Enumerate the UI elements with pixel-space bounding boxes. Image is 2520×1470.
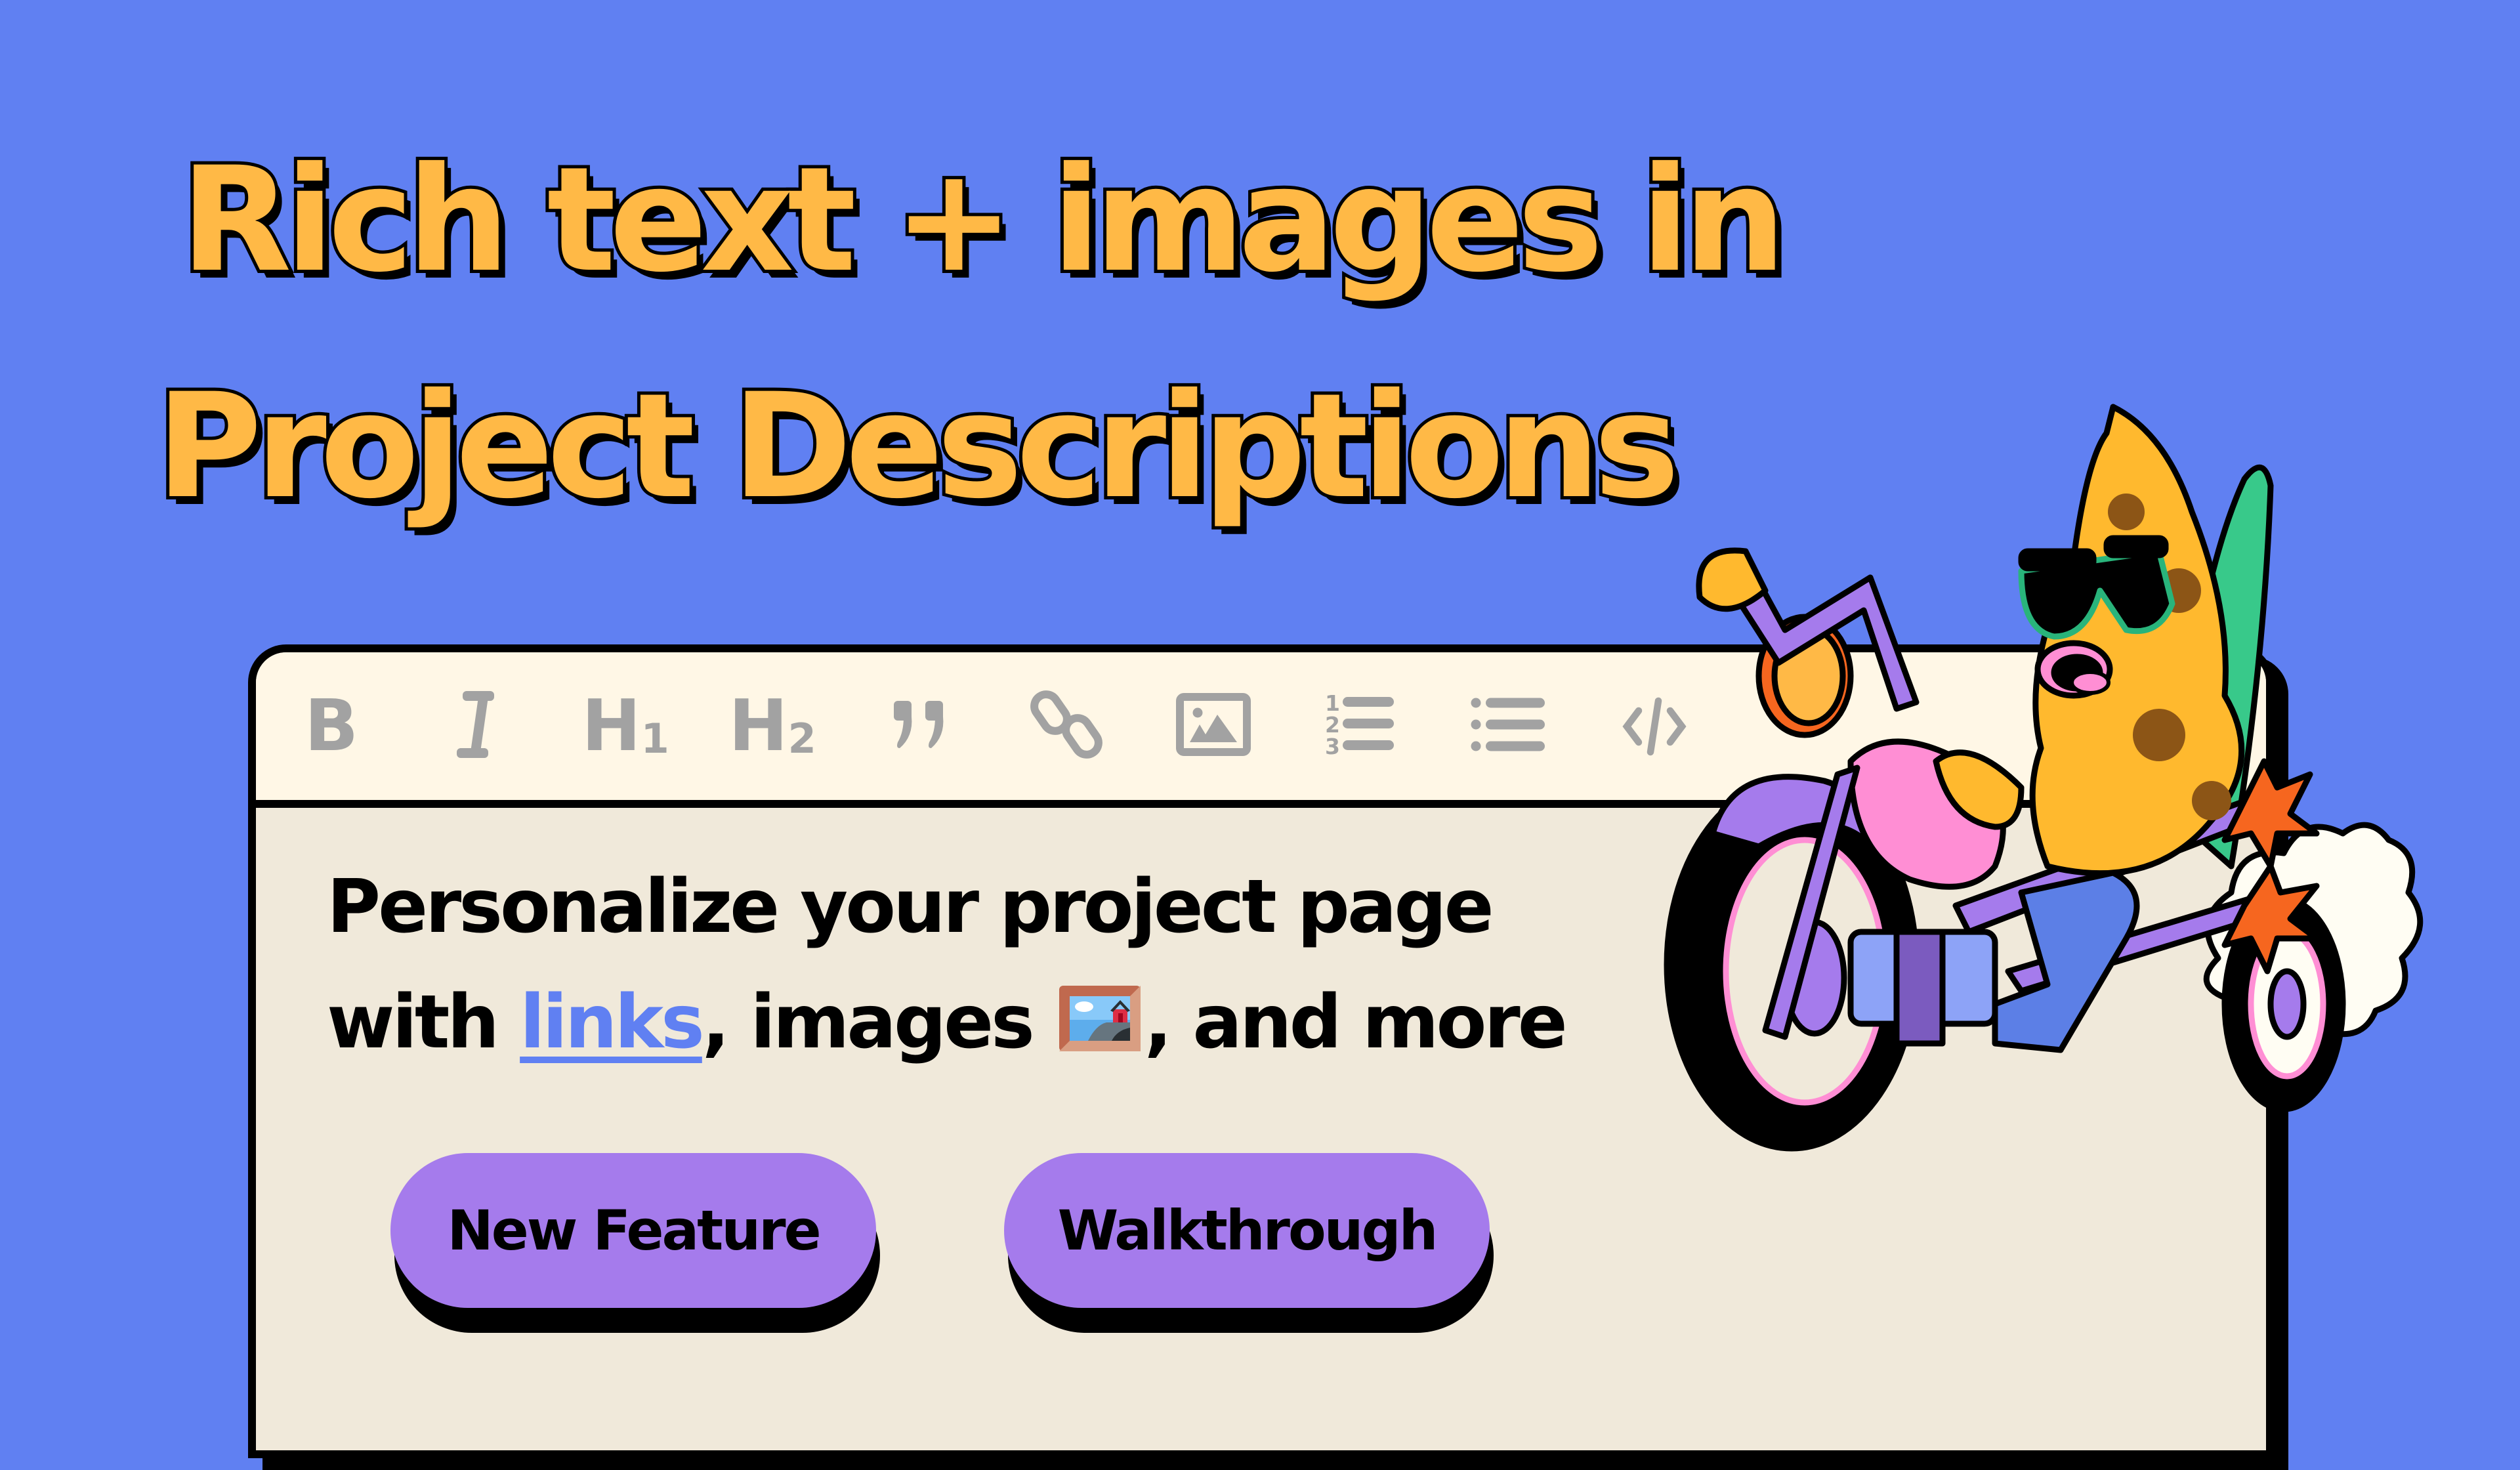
italic-button[interactable] — [439, 687, 518, 766]
bold-icon: B — [304, 684, 359, 767]
bold-button[interactable]: B — [292, 687, 371, 766]
bullet-list-button[interactable] — [1468, 687, 1547, 766]
content-line-2: with links, images , and more — [327, 965, 1568, 1080]
headline-line-2: Project Descriptions — [153, 362, 1683, 530]
content-line-1: Personalize your project page — [327, 864, 1494, 950]
bullet-list-icon — [1468, 685, 1547, 767]
banana-motorcycle-illustration — [1664, 404, 2424, 1152]
walkthrough-button[interactable]: Walkthrough — [1004, 1153, 1490, 1308]
svg-text:3: 3 — [1325, 734, 1340, 759]
quote-icon — [880, 685, 959, 767]
heading-2-button[interactable]: H2 — [728, 687, 816, 766]
heading-1-icon: H1 — [581, 684, 669, 767]
blockquote-button[interactable] — [880, 687, 959, 766]
link-icon — [1027, 685, 1106, 767]
ordered-list-icon: 123 — [1321, 685, 1400, 767]
image-icon — [1174, 685, 1253, 767]
ordered-list-button[interactable]: 123 — [1321, 687, 1400, 766]
framed-picture-icon — [1059, 969, 1141, 1051]
image-button[interactable] — [1174, 687, 1253, 766]
heading-2-icon: H2 — [728, 684, 816, 767]
headline-line-1: Rich text + images in — [177, 136, 1790, 304]
content-link[interactable]: links — [520, 980, 705, 1065]
heading-1-button[interactable]: H1 — [581, 687, 669, 766]
italic-icon — [439, 685, 518, 767]
link-button[interactable] — [1027, 687, 1106, 766]
editor-content[interactable]: Personalize your project page with links… — [327, 849, 1568, 1080]
new-feature-button[interactable]: New Feature — [390, 1153, 876, 1308]
